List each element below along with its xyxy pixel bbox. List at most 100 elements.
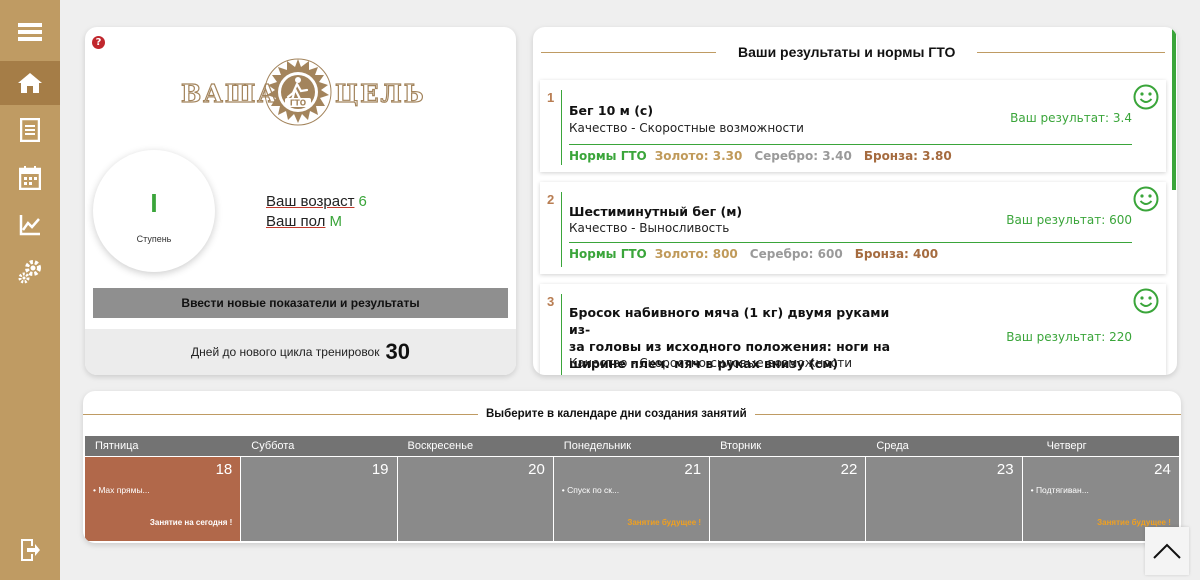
day-event-text: Спуск по ск... [567, 485, 620, 495]
age-label[interactable]: Ваш возраст [266, 193, 354, 210]
smile-icon [1133, 288, 1159, 314]
days-value: 30 [385, 339, 410, 364]
age-value: 6 [358, 193, 367, 210]
gender-row: Ваш пол М [266, 213, 342, 230]
smile-icon [1133, 186, 1159, 212]
header-divider [977, 51, 1165, 53]
smile-icon [1133, 84, 1159, 110]
calendar-weekdays: Пятница Суббота Воскресенье Понедельник … [85, 436, 1179, 456]
gto-emblem-icon: ГТО [264, 58, 332, 126]
result-item[interactable]: 3 Бросок набивного мяча (1 кг) двумя рук… [540, 284, 1166, 375]
emblem-text: ГТО [290, 99, 306, 108]
sidebar-item-statistics[interactable] [0, 203, 60, 247]
result-quality: Качество - Скоростно-силовые возможности [569, 356, 853, 370]
settings-icon [18, 260, 41, 284]
age-row: Ваш возраст 6 [266, 193, 367, 210]
day-number: 23 [996, 461, 1014, 478]
day-note: Занятие будущее ! [1097, 518, 1171, 527]
calendar-days: 18 • Max прямы... Занятие на сегодня ! 1… [85, 457, 1179, 541]
day-number: 20 [528, 461, 545, 478]
weekday-label: Вторник [720, 440, 762, 452]
result-norms: Нормы ГТО Золото: 800 Серебро: 600 Бронза: … [569, 247, 938, 261]
weekday-label: Четверг [1046, 440, 1087, 452]
result-title-line: Бросок набивного мяча (1 кг) двумя рукам… [569, 305, 890, 337]
day-number: 19 [371, 461, 389, 478]
result-divider [561, 192, 562, 267]
day-number: 21 [684, 461, 702, 478]
result-index: 2 [547, 192, 555, 207]
stage-circle: I Ступень [93, 150, 215, 272]
results-title: Ваши результаты и нормы ГТО [738, 44, 956, 60]
gender-label[interactable]: Ваш пол [266, 213, 325, 230]
sidebar-item-home[interactable] [0, 61, 60, 105]
day-event[interactable]: • Подтягиван... [1031, 485, 1089, 495]
calendar-day[interactable]: 20 [397, 457, 554, 541]
weekday-label: Воскресенье [407, 440, 474, 452]
weekday-label: Пятница [95, 440, 139, 452]
norm-gold: Золото: 800 [654, 247, 738, 261]
result-title-line: за головы из исходного положения: ноги н… [569, 339, 891, 354]
result-item[interactable]: 1 Бег 10 м (с) Качество - Скоростные воз… [540, 80, 1166, 172]
header-divider [541, 51, 716, 53]
logo-word-right: ЦЕЛЬ [334, 78, 426, 108]
calendar-day[interactable]: 19 [241, 457, 398, 541]
norm-silver: Серебро: 3.40 [754, 149, 852, 163]
days-to-cycle: Дней до нового цикла тренировок 30 [85, 329, 516, 375]
norm-silver: Серебро: 600 [749, 247, 843, 261]
calendar-icon [19, 166, 41, 190]
stage-label: Ступень [136, 234, 172, 244]
result-norms: Нормы ГТО Золото: 3.30 Серебро: 3.40 Бронза… [569, 149, 952, 163]
sidebar-item-settings[interactable] [0, 250, 60, 294]
chevron-up-icon [1153, 543, 1181, 559]
day-note: Занятие будущее ! [627, 518, 702, 527]
calendar-day[interactable]: 23 [866, 457, 1023, 541]
day-number: 22 [840, 461, 858, 478]
norms-label: Нормы ГТО [569, 247, 647, 261]
menu-button[interactable] [0, 10, 60, 54]
weekday-label: Понедельник [563, 440, 632, 452]
scroll-top-button[interactable] [1145, 527, 1189, 575]
result-index: 3 [547, 294, 555, 309]
day-note: Занятие на сегодня ! [149, 518, 233, 527]
calendar-card: Выберите в календаре дни создания заняти… [83, 391, 1181, 543]
gender-value: М [329, 213, 342, 230]
result-title: Бег 10 м (с) [569, 103, 654, 118]
calendar-day[interactable]: 22 [710, 457, 867, 541]
day-event-text: Max прямы... [98, 485, 150, 495]
day-number: 24 [1154, 461, 1171, 478]
menu-icon [18, 23, 42, 41]
logout-icon [21, 539, 40, 561]
result-divider [561, 90, 562, 165]
result-divider [569, 144, 1132, 145]
calendar-header: Выберите в календаре дни создания заняти… [83, 408, 1181, 420]
results-header: Ваши результаты и нормы ГТО [533, 44, 1177, 60]
help-icon[interactable]: ? [92, 36, 105, 49]
result-value: Ваш результат: 3.4 [1010, 111, 1132, 125]
day-number: 18 [215, 461, 233, 478]
home-icon [18, 73, 42, 93]
sidebar-item-documents[interactable] [0, 108, 60, 152]
result-title: Шестиминутный бег (м) [569, 204, 743, 219]
calendar-day[interactable]: 21 • Спуск по ск... Занятие будущее ! [553, 457, 711, 541]
result-value: Ваш результат: 600 [1006, 213, 1132, 227]
result-quality: Качество - Выносливость [569, 221, 730, 235]
result-divider [569, 242, 1132, 243]
norms-label: Нормы ГТО [569, 149, 647, 163]
day-event[interactable]: • Max прямы... [93, 485, 150, 495]
result-divider [561, 294, 562, 375]
day-event[interactable]: • Спуск по ск... [562, 485, 619, 495]
weekday-label: Среда [876, 440, 909, 452]
profile-card: ? ВАША ГТО ЦЕЛЬ I Ступень Ваш возраст 6 В… [85, 27, 516, 375]
stage-value: I [150, 188, 158, 218]
logo: ВАША ГТО ЦЕЛЬ [180, 57, 424, 127]
enter-results-button[interactable]: Ввести новые показатели и результаты [93, 288, 508, 318]
days-label: Дней до нового цикла тренировок [191, 345, 380, 359]
calendar-day[interactable]: 18 • Max прямы... Занятие на сегодня ! [85, 457, 242, 541]
weekday-label: Суббота [251, 440, 295, 452]
logout-button[interactable] [0, 528, 60, 572]
sidebar-item-calendar[interactable] [0, 156, 60, 200]
norm-gold: Золото: 3.30 [654, 149, 743, 163]
header-divider [754, 413, 1181, 415]
result-index: 1 [547, 90, 555, 105]
result-item[interactable]: 2 Шестиминутный бег (м) Качество - Вынос… [540, 182, 1166, 274]
